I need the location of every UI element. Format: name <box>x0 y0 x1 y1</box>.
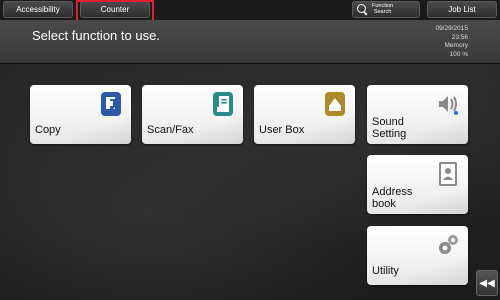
utility-label: Utility <box>372 265 399 277</box>
status-memory-label: Memory <box>444 42 468 49</box>
status-time: 23:56 <box>451 33 468 41</box>
address-book-label: Address book <box>372 186 412 210</box>
copy-tile[interactable]: Copy <box>30 85 131 144</box>
user-box-tile[interactable]: User Box <box>254 85 355 144</box>
utility-tile[interactable]: Utility <box>367 226 468 285</box>
main-screen: Accessibility Counter Function Search Jo… <box>0 0 500 300</box>
scan-fax-tile[interactable]: Scan/Fax <box>142 85 243 144</box>
header-bar: Select function to use. 09/29/2015 23:56… <box>0 20 500 64</box>
copy-icon <box>101 92 121 116</box>
gear-icon <box>439 235 458 254</box>
tile-gloss <box>408 184 468 214</box>
status-panel: 09/29/2015 23:56 Memory 100 % <box>435 25 468 59</box>
counter-label: Counter <box>100 5 130 14</box>
sound-setting-tile[interactable]: Sound Setting <box>367 85 468 144</box>
address-book-icon <box>439 162 457 186</box>
tile-gloss <box>408 114 468 144</box>
counter-button[interactable]: Counter <box>80 1 150 18</box>
function-search-button[interactable]: Function Search <box>352 1 420 18</box>
address-book-tile[interactable]: Address book <box>367 155 468 214</box>
copy-label: Copy <box>35 124 61 136</box>
speaker-icon <box>439 96 458 115</box>
function-search-label: Function Search <box>372 3 393 15</box>
page-title: Select function to use. <box>32 28 160 43</box>
job-list-button[interactable]: Job List <box>427 1 497 18</box>
search-icon <box>357 4 368 15</box>
scan-fax-label: Scan/Fax <box>147 124 194 136</box>
address-book-line1: Address <box>372 186 413 198</box>
double-chevron-left-icon: ◀◀ <box>479 277 495 289</box>
user-box-label: User Box <box>259 124 305 136</box>
job-list-label: Job List <box>448 5 476 14</box>
tile-gloss <box>71 114 131 144</box>
function-search-line2: Search <box>373 8 392 15</box>
status-memory-value: 100 % <box>449 50 468 58</box>
status-date: 09/29/2015 <box>435 25 468 32</box>
address-book-line2: book <box>372 198 396 210</box>
user-box-icon <box>325 92 345 116</box>
sound-setting-line1: Sound <box>372 116 404 128</box>
accessibility-button[interactable]: Accessibility <box>3 1 73 18</box>
top-bar: Accessibility Counter Function Search Jo… <box>0 0 500 22</box>
sound-setting-label: Sound Setting <box>372 116 406 140</box>
collapse-panel-button[interactable]: ◀◀ <box>476 270 498 296</box>
sound-setting-line2: Setting <box>372 128 407 140</box>
tile-gloss <box>408 255 468 285</box>
scan-fax-icon <box>213 92 233 116</box>
accessibility-label: Accessibility <box>16 5 60 14</box>
